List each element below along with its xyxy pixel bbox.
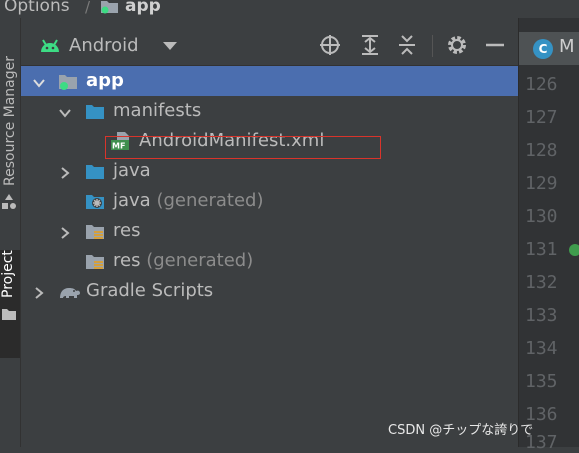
header-divider	[432, 35, 433, 57]
gradle-elephant-icon	[57, 281, 81, 301]
watermark: CSDN @チップな誇りで	[388, 423, 534, 438]
android-icon	[39, 38, 61, 58]
tree-item-label: manifests	[113, 100, 202, 121]
panel-header: Android	[21, 31, 518, 66]
line-number: 135	[525, 371, 558, 392]
tree-item-java-generated[interactable]: java (generated)	[21, 186, 518, 216]
module-folder-icon	[58, 71, 78, 91]
tree-item-label: java	[113, 160, 151, 181]
resource-folder-icon	[85, 221, 105, 241]
tree-item-res-generated[interactable]: res (generated)	[21, 246, 518, 276]
line-number: 132	[525, 272, 558, 293]
expand-all-icon[interactable]	[359, 34, 381, 56]
line-number: 128	[525, 140, 558, 161]
gear-icon[interactable]	[446, 34, 468, 56]
line-number: 126	[525, 74, 558, 95]
module-folder-icon	[100, 0, 120, 18]
line-number: 131	[525, 239, 558, 260]
line-number: 130	[525, 206, 558, 227]
tree-item-gradle-scripts[interactable]: Gradle Scripts	[21, 276, 518, 306]
editor-area: C M 126 127 128 129 130 131 132 133 134 …	[518, 18, 579, 453]
generated-suffix: (generated)	[156, 190, 264, 211]
chevron-down-icon[interactable]	[163, 42, 177, 50]
editor-tab-label: M	[559, 36, 575, 57]
tree-item-label: Gradle Scripts	[86, 280, 214, 301]
shapes-icon[interactable]	[1, 193, 17, 215]
folder-icon	[1, 306, 17, 325]
breadcrumb: Options / app	[0, 0, 579, 19]
line-number: 129	[525, 173, 558, 194]
tree-item-name: java	[113, 190, 151, 211]
tree-item-name: res	[113, 250, 141, 271]
tree-item-res[interactable]: res	[21, 216, 518, 246]
crosshair-icon[interactable]	[319, 34, 341, 56]
project-panel: Android app manifests MF AndroidManifest…	[21, 18, 518, 447]
line-number: 134	[525, 338, 558, 359]
tree-item-label: java (generated)	[113, 190, 263, 211]
breadcrumb-current[interactable]: app	[125, 0, 161, 16]
tree-item-label: res	[113, 220, 141, 241]
class-icon: C	[533, 39, 553, 59]
generated-folder-icon	[85, 191, 105, 211]
chevron-down-icon[interactable]	[33, 74, 45, 88]
editor-tab[interactable]: C M	[519, 32, 579, 65]
chevron-right-icon[interactable]	[59, 224, 71, 239]
project-tab[interactable]: Project	[0, 250, 20, 358]
generated-suffix: (generated)	[146, 250, 254, 271]
folder-icon	[85, 101, 105, 121]
view-selector[interactable]: Android	[69, 35, 139, 56]
chevron-right-icon[interactable]	[59, 164, 71, 179]
tree-item-java[interactable]: java	[21, 156, 518, 186]
chevron-down-icon[interactable]	[59, 104, 71, 118]
run-marker-icon[interactable]	[569, 244, 579, 256]
line-number: 127	[525, 107, 558, 128]
minimize-icon[interactable]	[484, 34, 506, 56]
left-tool-strip: Resource Manager Project	[0, 18, 21, 447]
folder-icon	[85, 161, 105, 181]
resource-manager-tab[interactable]: Resource Manager	[2, 56, 18, 186]
highlight-annotation	[105, 136, 381, 159]
chevron-right-icon[interactable]	[33, 284, 45, 299]
resource-folder-icon	[85, 251, 105, 271]
tree-item-label: res (generated)	[113, 250, 253, 271]
line-number: 133	[525, 305, 558, 326]
tree-item-app[interactable]: app	[21, 66, 518, 96]
tree-item-manifests[interactable]: manifests	[21, 96, 518, 126]
collapse-all-icon[interactable]	[396, 34, 418, 56]
project-tab-label: Project	[0, 250, 16, 298]
breadcrumb-separator: /	[85, 0, 91, 16]
breadcrumb-parent[interactable]: Options	[4, 0, 70, 16]
tree-item-label: app	[86, 70, 124, 91]
